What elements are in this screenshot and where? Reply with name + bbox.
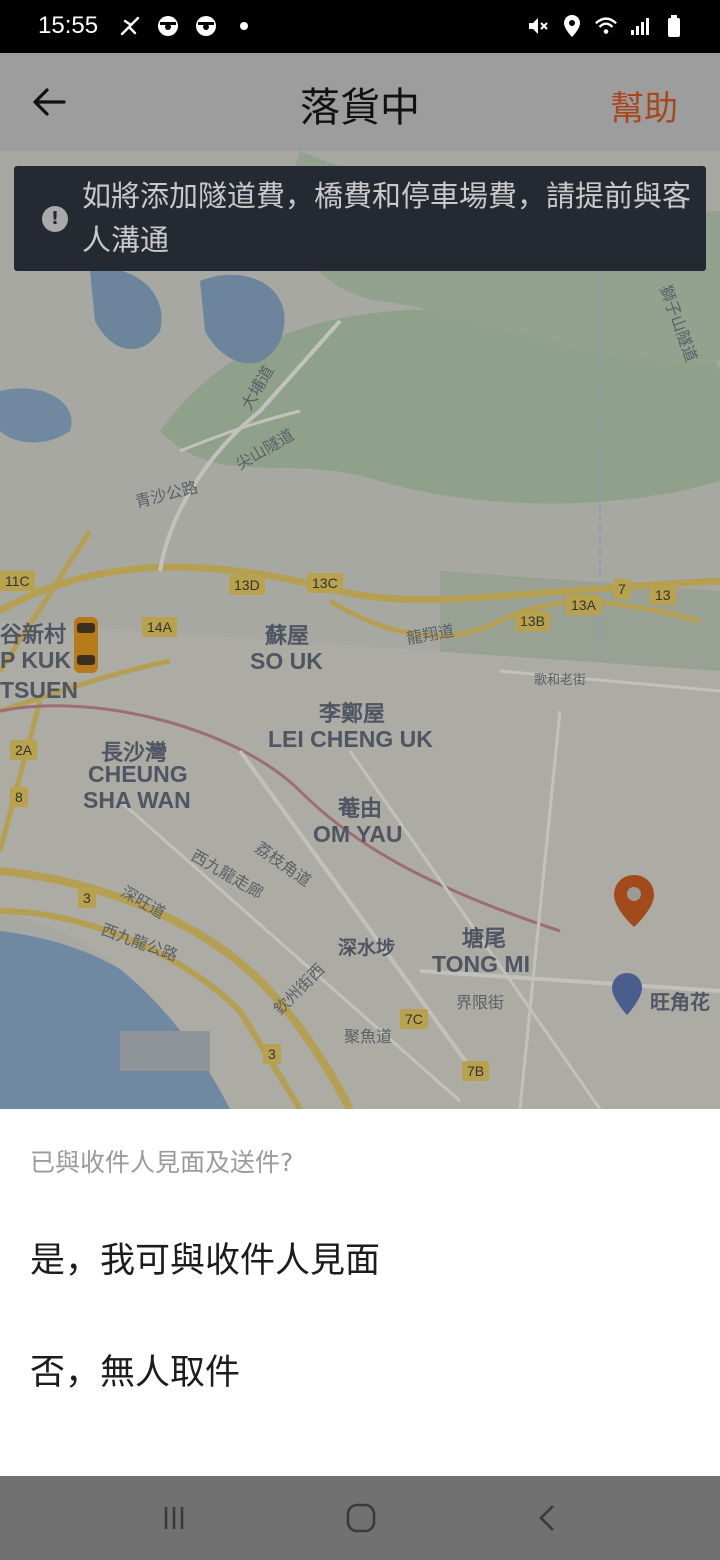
home-button[interactable] [341,1498,381,1538]
back-icon [539,1505,554,1531]
map-view[interactable]: 蘇屋 SO UK 李鄭屋 LEI CHENG UK 長沙灣 CHEUNG SHA… [0,151,720,1109]
mute-icon [526,14,550,38]
dot-icon [232,14,256,38]
transit-pin-icon [612,973,642,1015]
notice-text: 如將添加隧道費，橋費和停車場費，請提前與客人溝通 [82,179,692,257]
route-badge: 8 [10,787,28,807]
nav-back-button[interactable] [528,1498,568,1538]
system-nav-bar [0,1476,720,1560]
map-label-tong-mi-cn: 塘尾 [462,926,507,951]
route-badge: 7C [400,1009,428,1029]
map-label-cheung-sha-wan-en1: CHEUNG [88,761,188,787]
signal-icon [628,14,652,38]
steering-wheel-icon [156,14,180,38]
app-header: 落貨中 幫助 [0,53,720,152]
option-no-pickup[interactable]: 否，無人取件 [30,1344,240,1395]
route-badge: 7B [462,1061,490,1081]
map-label-boundary-street: 界限街 [456,995,505,1012]
status-time: 15:55 [38,12,99,39]
notice-banner: ! 如將添加隧道費，橋費和停車場費，請提前與客人溝通 [14,166,706,271]
recents-icon [164,1507,184,1529]
location-icon [560,14,584,38]
map-label-pak-tin-cn: 谷新村 [0,622,67,647]
route-badge: 11C [0,571,35,591]
route-badge: 2A [10,740,38,760]
map-label-om-yau-cn: 菴由 [338,796,383,821]
status-bar: 15:55 [0,0,720,53]
route-badge: 3 [263,1044,281,1064]
map-label-cheung-sha-wan-en2: SHA WAN [83,787,191,813]
battery-icon [662,14,686,38]
route-badge: 13B [515,611,550,631]
map-label-lei-cheng-uk-cn: 李鄭屋 [319,701,386,726]
map-label-dragon-road: 歌和老街 [534,672,587,687]
map-background [0,151,720,1109]
map-label-mong-kok: 旺角花 [650,992,710,1014]
route-badge: 14A [142,617,177,637]
steering-wheel-icon [194,14,218,38]
route-badge: 13D [229,575,265,595]
map-label-lei-cheng-uk-en: LEI CHENG UK [268,726,433,752]
bottom-sheet: 已與收件人見面及送件? 是，我可與收件人見面 否，無人取件 [0,1109,720,1476]
map-label-tsui-yu-road: 聚魚道 [344,1029,393,1046]
flight-icon [118,14,142,38]
recents-button[interactable] [154,1498,194,1538]
map-label-om-yau-en: OM YAU [313,821,403,847]
vehicle-icon [74,617,98,673]
help-button[interactable]: 幫助 [610,81,678,130]
route-badge: 7 [613,579,631,599]
route-badge: 13 [650,585,676,605]
map-label-so-uk-en: SO UK [250,648,323,674]
map-label-pak-tin-en1: P KUK [0,647,72,673]
route-badge: 13C [307,573,343,593]
sheet-question: 已與收件人見面及送件? [30,1148,294,1177]
alert-icon: ! [42,206,68,232]
route-badge: 13A [566,595,601,615]
wifi-icon [594,14,618,38]
map-label-sham-shui-po: 深水埗 [338,938,396,959]
status-left-icons [118,10,256,42]
status-right-icons [526,10,686,42]
home-icon [346,1503,376,1533]
map-label-tong-mi-en: TONG MI [432,951,530,977]
map-label-pak-tin-en2: TSUEN [0,677,78,703]
destination-pin-icon [614,875,654,927]
route-badge: 3 [78,888,96,908]
map-label-so-uk-cn: 蘇屋 [265,623,310,648]
option-met-recipient[interactable]: 是，我可與收件人見面 [30,1232,380,1283]
